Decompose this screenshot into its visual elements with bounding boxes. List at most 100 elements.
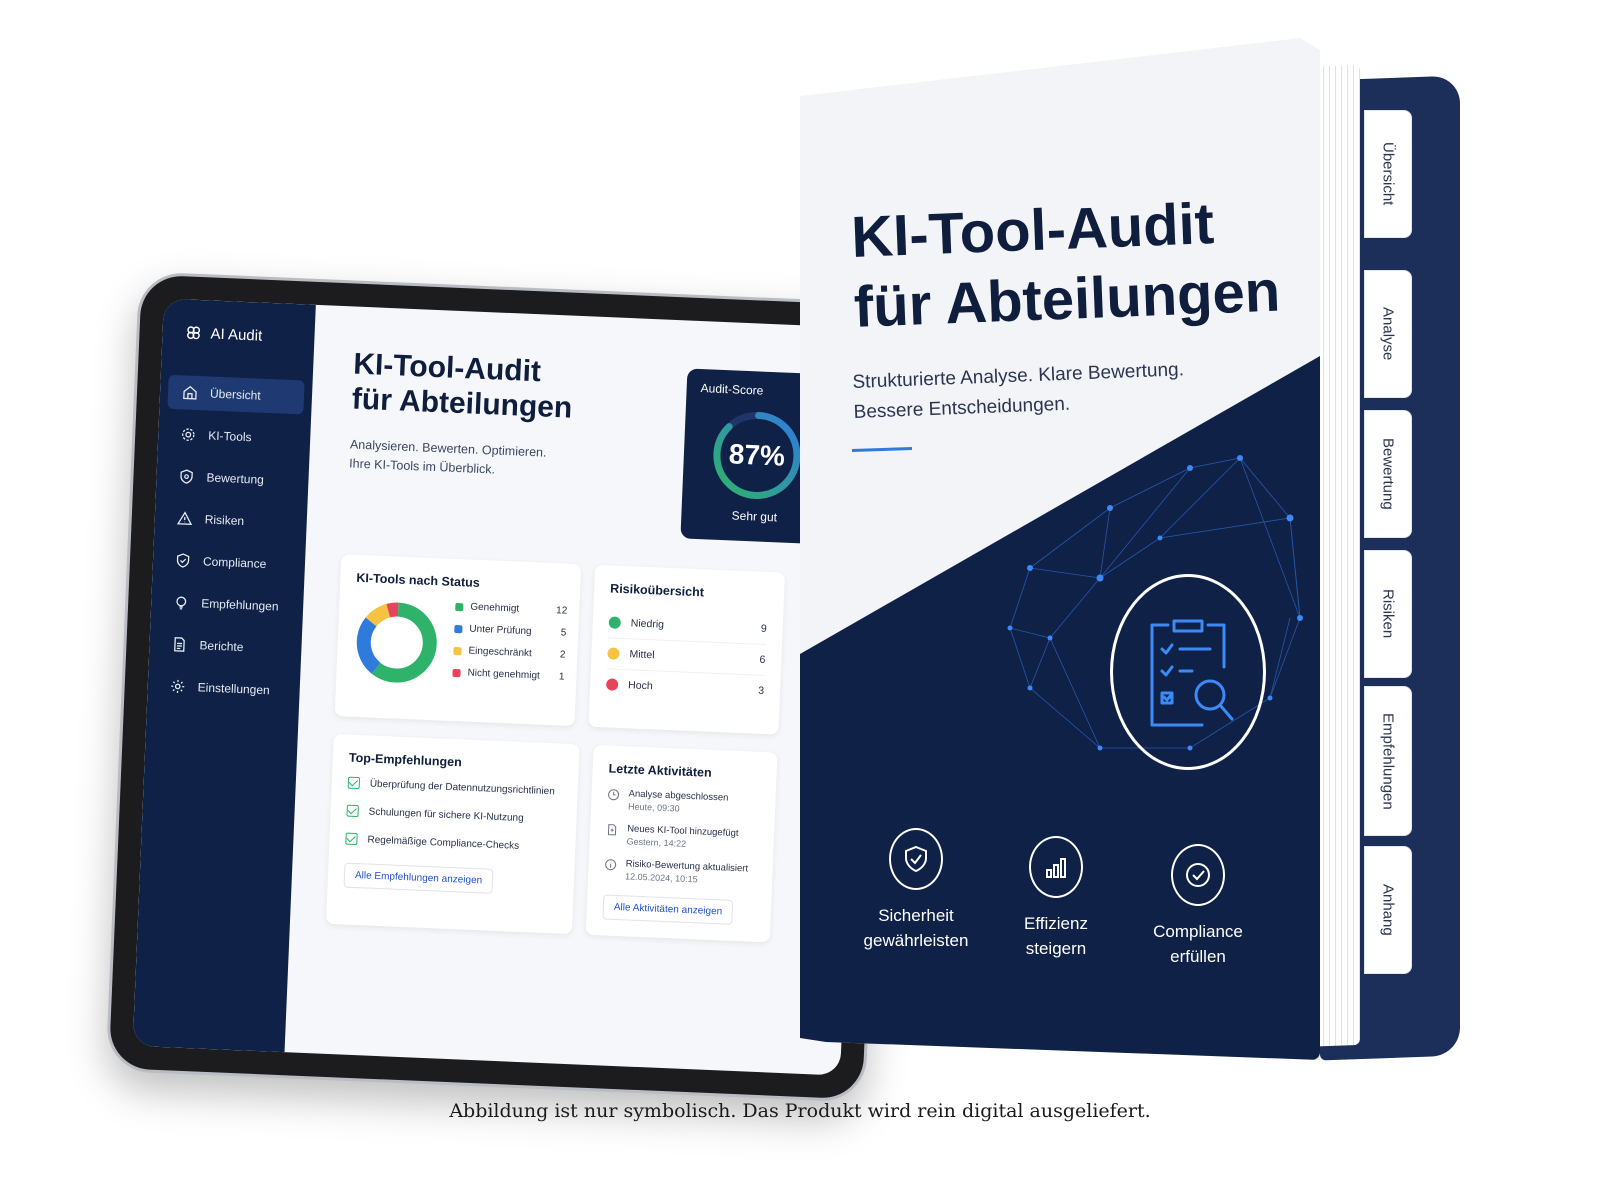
risk-value: 6 <box>759 653 766 666</box>
activity-item: Neues KI-Tool hinzugefügt Gestern, 14:22 <box>605 822 758 851</box>
sidebar-item-berichte[interactable]: Berichte <box>157 627 294 667</box>
risk-dot <box>607 647 620 660</box>
feature-compliance: Compliance erfüllen <box>1128 844 1268 969</box>
sidebar-item-label: Compliance <box>202 554 267 572</box>
clock-icon <box>608 789 620 801</box>
binder-mockup: Übersicht Analyse Bewertung Risiken Empf… <box>800 38 1470 1062</box>
clipboard-search-icon <box>1150 619 1234 727</box>
legend-row: Eingeschränkt 2 <box>453 645 566 661</box>
binder-tab-uebersicht: Übersicht <box>1364 110 1412 238</box>
dashboard-title: KI-Tool-Audit für Abteilungen <box>351 347 614 429</box>
recommendations-card-title: Top-Empfehlungen <box>348 750 463 770</box>
binder-tab-analyse: Analyse <box>1364 270 1412 398</box>
legend-label: Genehmigt <box>470 601 520 615</box>
recommendation-text: Schulungen für sichere KI-Nutzung <box>368 806 524 824</box>
risk-label: Hoch <box>627 679 653 693</box>
home-icon <box>183 385 197 400</box>
binder-tab-anhang: Anhang <box>1364 846 1412 974</box>
binder-tab-bewertung: Bewertung <box>1364 410 1412 538</box>
binder-tab-label: Anhang <box>1379 884 1397 936</box>
legend-row: Genehmigt 12 <box>455 601 567 617</box>
check-circle-icon <box>1186 863 1210 887</box>
risk-label: Niedrig <box>630 617 665 631</box>
legend-row: Unter Prüfung 5 <box>454 623 567 639</box>
recommendation-text: Überprüfung der Datennutzungsrichtlinien <box>369 778 556 797</box>
feature-title-line2: steigern <box>1025 938 1087 958</box>
sidebar-item-bewertung[interactable]: Bewertung <box>164 459 301 499</box>
binder-tab-label: Empfehlungen <box>1379 712 1397 810</box>
risk-label: Mittel <box>629 648 655 662</box>
activity-card-title: Letzte Aktivitäten <box>608 761 712 780</box>
tablet-mockup: AI Audit Übersicht KI-Tools Bewertung Ri… <box>105 271 899 1103</box>
activity-time: Gestern, 14:22 <box>626 836 687 849</box>
feature-title-line1: Effizienz <box>1024 914 1088 933</box>
legend-swatch <box>453 646 462 655</box>
lightbulb-icon <box>176 596 187 610</box>
disclaimer-text: Abbildung ist nur symbolisch. Das Produk… <box>449 1100 1151 1122</box>
risk-value: 9 <box>760 622 767 636</box>
feature-title-line2: gewährleisten <box>863 930 969 950</box>
legend-value: 12 <box>555 605 568 617</box>
sidebar-item-label: Empfehlungen <box>200 596 279 614</box>
legend-swatch <box>454 624 463 633</box>
legend-label: Eingeschränkt <box>468 645 533 660</box>
legend-swatch <box>452 668 461 677</box>
dashboard-main: KI-Tool-Audit für Abteilungen Analysiere… <box>285 305 872 1076</box>
activity-time: Heute, 09:30 <box>627 801 680 814</box>
audit-score-gauge: 87% <box>707 406 807 506</box>
risk-dot <box>608 616 622 629</box>
document-icon <box>174 637 185 652</box>
binder-tab-risiken: Risiken <box>1364 550 1412 678</box>
feature-icon-ring <box>1029 836 1083 898</box>
status-legend: Genehmigt 12 Unter Prüfung 5 Eingeschränkt… <box>452 601 567 694</box>
dashboard-screen: AI Audit Übersicht KI-Tools Bewertung Ri… <box>132 298 872 1076</box>
binder-tab-label: Risiken <box>1379 589 1397 639</box>
shield-icon <box>180 469 193 484</box>
show-all-recommendations-button[interactable]: Alle Empfehlungen anzeigen <box>343 862 494 894</box>
risk-dot <box>605 678 619 691</box>
risk-row-hoch: Hoch 3 <box>605 669 765 706</box>
risk-card: Risikoübersicht Niedrig 9 Mittel 6 Hoch 3 <box>588 564 786 735</box>
sidebar-item-label: Bewertung <box>206 470 265 487</box>
sidebar-item-label: Übersicht <box>209 386 261 403</box>
recommendations-card: Top-Empfehlungen Überprüfung der Datennu… <box>325 734 580 935</box>
check-icon <box>345 832 358 846</box>
sidebar-item-compliance[interactable]: Compliance <box>160 543 297 583</box>
app-logo[interactable]: AI Audit <box>170 323 307 347</box>
sidebar-item-uebersicht[interactable]: Übersicht <box>167 374 305 415</box>
sidebar-item-label: Berichte <box>199 638 244 655</box>
recommendation-text: Regelmäßige Compliance-Checks <box>367 834 520 852</box>
app-name: AI Audit <box>210 324 263 345</box>
cover-emblem <box>1110 574 1266 770</box>
feature-title-line1: Compliance <box>1153 922 1243 941</box>
recommendation-item: Regelmäßige Compliance-Checks <box>345 832 559 854</box>
bar-chart-icon <box>1046 858 1066 878</box>
recommendation-item: Schulungen für sichere KI-Nutzung <box>346 804 560 826</box>
binder-tab-label: Übersicht <box>1379 142 1397 206</box>
sidebar-item-einstellungen[interactable]: Einstellungen <box>155 669 292 709</box>
status-card-title: KI-Tools nach Status <box>356 570 481 590</box>
shield-check-icon <box>905 845 927 873</box>
sidebar-item-label: KI-Tools <box>207 428 252 445</box>
sidebar-item-empfehlungen[interactable]: Empfehlungen <box>159 585 296 625</box>
binder-cover: KI-Tool-Audit für Abteilungen Strukturie… <box>800 38 1320 1060</box>
legend-swatch <box>455 602 464 611</box>
feature-title-line2: erfüllen <box>1170 946 1226 966</box>
binder-tab-label: Analyse <box>1379 307 1397 361</box>
show-all-activities-button[interactable]: Alle Aktivitäten anzeigen <box>602 894 734 925</box>
recommendation-item: Überprüfung der Datennutzungsrichtlinien <box>347 776 562 798</box>
sidebar-item-label: Risiken <box>204 512 245 529</box>
feature-icon-ring <box>889 828 943 890</box>
sidebar-item-ki-tools[interactable]: KI-Tools <box>166 417 303 457</box>
status-donut-chart <box>356 602 437 683</box>
audit-score-note: Sehr gut <box>731 508 778 525</box>
binder-tab-label: Bewertung <box>1379 438 1397 510</box>
feature-icon-ring <box>1171 844 1225 906</box>
audit-score-value: 87% <box>728 438 786 472</box>
legend-row: Nicht genehmigt 1 <box>452 667 565 683</box>
legend-label: Nicht genehmigt <box>467 667 540 682</box>
sidebar-item-risiken[interactable]: Risiken <box>162 501 299 541</box>
feature-effizienz: Effizienz steigern <box>986 836 1126 961</box>
feature-sicherheit: Sicherheit gewährleisten <box>846 828 986 953</box>
cover-title: KI-Tool-Audit für Abteilungen <box>850 187 1281 342</box>
